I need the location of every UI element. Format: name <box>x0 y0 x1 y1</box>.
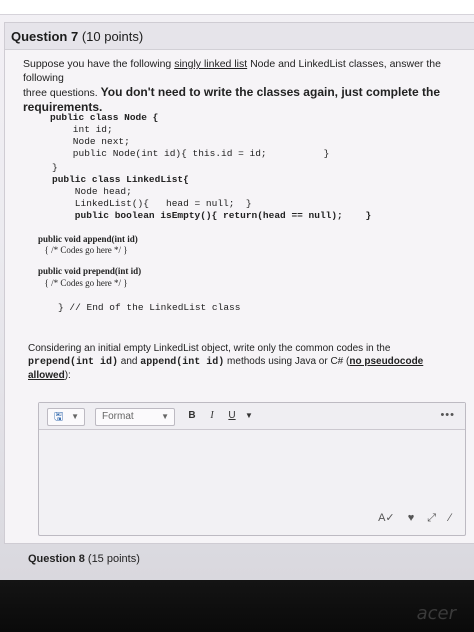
insert-icon: 🖫 <box>54 411 64 423</box>
code-line: int id; <box>50 124 113 135</box>
chevron-down-icon: ▼ <box>71 412 79 421</box>
code-line: } <box>52 162 58 173</box>
editor-toolbar: 🖫 ▼ Format ▼ B I U ▼ ••• <box>39 403 465 430</box>
next-question-points: (15 points) <box>87 553 140 565</box>
top-strip <box>0 0 474 15</box>
format-label: Format <box>102 411 134 422</box>
brand-logo: acer <box>416 603 456 624</box>
instruction-text: Considering an initial empty LinkedList … <box>28 343 391 354</box>
code-line: public Node(int id){ this.id = id; } <box>50 148 330 159</box>
instruction-code-prepend: prepend(int id) <box>28 357 119 368</box>
code-line: { /* Codes go here */ } <box>40 245 128 255</box>
answer-editor: 🖫 ▼ Format ▼ B I U ▼ ••• A✓ ♥ ⤢ ∕ <box>38 402 466 536</box>
question-prompt: Suppose you have the following singly li… <box>23 57 473 115</box>
bold-button[interactable]: B <box>185 408 199 424</box>
prompt-link: singly linked list <box>174 58 248 70</box>
code-line: public class Node { <box>50 112 159 123</box>
prompt-text-2: three questions. <box>23 87 101 99</box>
answer-instruction: Considering an initial empty LinkedList … <box>28 342 458 382</box>
next-question-title: Question 8 (15 points) <box>28 553 140 565</box>
code-line: { /* Codes go here */ } <box>40 278 128 288</box>
code-line: LinkedList(){ head = null; } <box>52 198 252 209</box>
code-line: Node head; <box>52 186 132 197</box>
spellcheck-icon[interactable]: A✓ <box>378 512 395 524</box>
instruction-text: methods using Java or C# ( <box>224 356 350 367</box>
question-number: Question 7 <box>11 29 79 44</box>
code-line: public class LinkedList{ <box>52 174 189 185</box>
accessibility-icon[interactable]: ♥ <box>408 512 415 524</box>
next-question-number: Question 8 <box>28 553 85 565</box>
editor-footer: A✓ ♥ ⤢ ∕ <box>368 511 451 525</box>
question-header: Question 7 (10 points) <box>5 23 474 50</box>
chevron-down-icon: ▼ <box>161 412 169 421</box>
code-line: public void append(int id) <box>38 234 138 244</box>
laptop-bezel: acer <box>0 580 474 632</box>
code-line: } // End of the LinkedList class <box>58 302 241 313</box>
instruction-text: ): <box>64 370 71 381</box>
fullscreen-icon[interactable]: ⤢ <box>427 512 436 524</box>
editor-text-area[interactable] <box>39 430 465 520</box>
browser-screen: Question 7 (10 points) Suppose you have … <box>0 0 474 580</box>
more-options-button[interactable]: ••• <box>440 409 455 421</box>
instruction-code-append: append(int id) <box>140 357 225 368</box>
prompt-text: Suppose you have the following <box>23 58 175 70</box>
code-line: Node next; <box>50 136 130 147</box>
instruction-text: and <box>118 356 141 367</box>
question-title: Question 7 (10 points) <box>11 29 143 44</box>
code-line: public void prepend(int id) <box>38 266 142 276</box>
code-line: public boolean isEmpty(){ return(head ==… <box>52 210 372 221</box>
insert-dropdown[interactable]: 🖫 ▼ <box>47 408 85 426</box>
question-points: (10 points) <box>81 29 144 44</box>
resize-handle-icon[interactable]: ∕ <box>449 512 451 524</box>
chevron-down-icon: ▼ <box>245 411 253 420</box>
italic-button[interactable]: I <box>205 408 219 424</box>
underline-options-dropdown[interactable]: ▼ <box>243 408 255 424</box>
format-dropdown[interactable]: Format ▼ <box>95 408 175 426</box>
underline-button[interactable]: U <box>225 408 239 424</box>
